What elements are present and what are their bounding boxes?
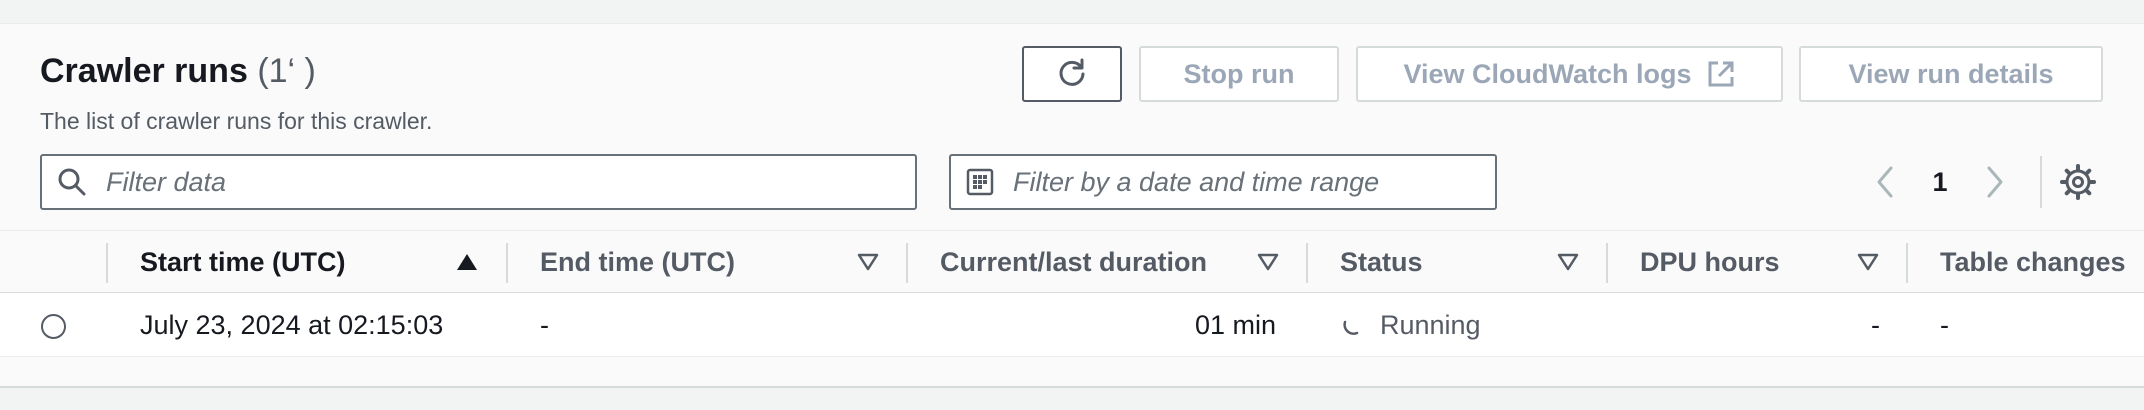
cell-table-changes: - [1940, 309, 1949, 340]
row-select-radio[interactable] [41, 314, 66, 339]
panel-description: The list of crawler runs for this crawle… [40, 108, 433, 134]
refresh-icon [1055, 57, 1089, 91]
gear-icon[interactable] [2060, 164, 2096, 200]
view-cloudwatch-logs-button[interactable]: View CloudWatch logs [1356, 46, 1783, 102]
sort-ascending-icon[interactable] [456, 252, 478, 272]
loading-spinner-icon [1340, 312, 1366, 338]
search-icon [56, 166, 88, 198]
top-strip [0, 0, 2144, 24]
sort-caret-icon[interactable] [1257, 252, 1279, 272]
chevron-left-icon[interactable] [1870, 165, 1900, 199]
stop-run-label: Stop run [1183, 58, 1295, 89]
column-label: DPU hours [1640, 246, 1780, 277]
table-row[interactable]: July 23, 2024 at 02:15:03 - 01 min Runni… [0, 293, 2144, 357]
cell-end-time: - [540, 309, 549, 340]
title-text: Crawler runs [40, 52, 248, 90]
status-text: Running [1380, 309, 1481, 340]
sort-caret-icon[interactable] [1557, 252, 1579, 272]
cell-dpu-hours: - [1871, 309, 1880, 340]
cell-start-time: July 23, 2024 at 02:15:03 [140, 309, 444, 340]
view-run-details-button[interactable]: View run details [1799, 46, 2103, 102]
pagination-divider [2040, 156, 2042, 208]
column-label: Current/last duration [940, 246, 1208, 277]
run-count: (1‘ ) [257, 52, 316, 90]
column-divider [1906, 243, 1908, 283]
date-range-filter[interactable]: Filter by a date and time range [949, 154, 1497, 210]
pagination: 1 [1870, 156, 2042, 208]
cell-status: Running [1340, 293, 1481, 357]
column-label: Start time (UTC) [140, 246, 346, 277]
sort-caret-icon[interactable] [857, 252, 879, 272]
filter-data-input[interactable]: Filter data [40, 154, 917, 210]
column-divider [106, 243, 108, 283]
view-run-details-label: View run details [1848, 58, 2054, 89]
current-page[interactable]: 1 [1900, 167, 1980, 198]
date-range-placeholder: Filter by a date and time range [1013, 166, 1380, 197]
column-header-end-time[interactable]: End time (UTC) [540, 231, 735, 293]
refresh-button[interactable] [1022, 46, 1122, 102]
column-header-dpu-hours[interactable]: DPU hours [1640, 231, 1780, 293]
column-header-table-changes[interactable]: Table changes [1940, 231, 2126, 293]
filter-data-placeholder: Filter data [106, 166, 227, 197]
view-cloudwatch-logs-label: View CloudWatch logs [1403, 58, 1692, 89]
column-header-duration[interactable]: Current/last duration [940, 231, 1207, 293]
column-label: Table changes [1940, 246, 2126, 277]
table-header: Start time (UTC) End time (UTC) Current/… [0, 231, 2144, 293]
column-divider [1306, 243, 1308, 283]
column-divider [906, 243, 908, 283]
column-header-start-time[interactable]: Start time (UTC) [140, 231, 346, 293]
cell-duration: 01 min [1194, 309, 1276, 340]
external-link-icon [1706, 59, 1736, 89]
page-title: Crawler runs (1‘ ) [40, 52, 316, 91]
crawler-runs-panel: Crawler runs (1‘ ) The list of crawler r… [0, 24, 2144, 388]
stop-run-button[interactable]: Stop run [1139, 46, 1339, 102]
column-label: Status [1340, 246, 1423, 277]
column-divider [506, 243, 508, 283]
column-header-status[interactable]: Status [1340, 231, 1423, 293]
column-label: End time (UTC) [540, 246, 735, 277]
crawler-runs-table: Start time (UTC) End time (UTC) Current/… [0, 230, 2144, 357]
sort-caret-icon[interactable] [1857, 252, 1879, 272]
calendar-icon [965, 167, 995, 197]
chevron-right-icon[interactable] [1980, 165, 2010, 199]
column-divider [1606, 243, 1608, 283]
